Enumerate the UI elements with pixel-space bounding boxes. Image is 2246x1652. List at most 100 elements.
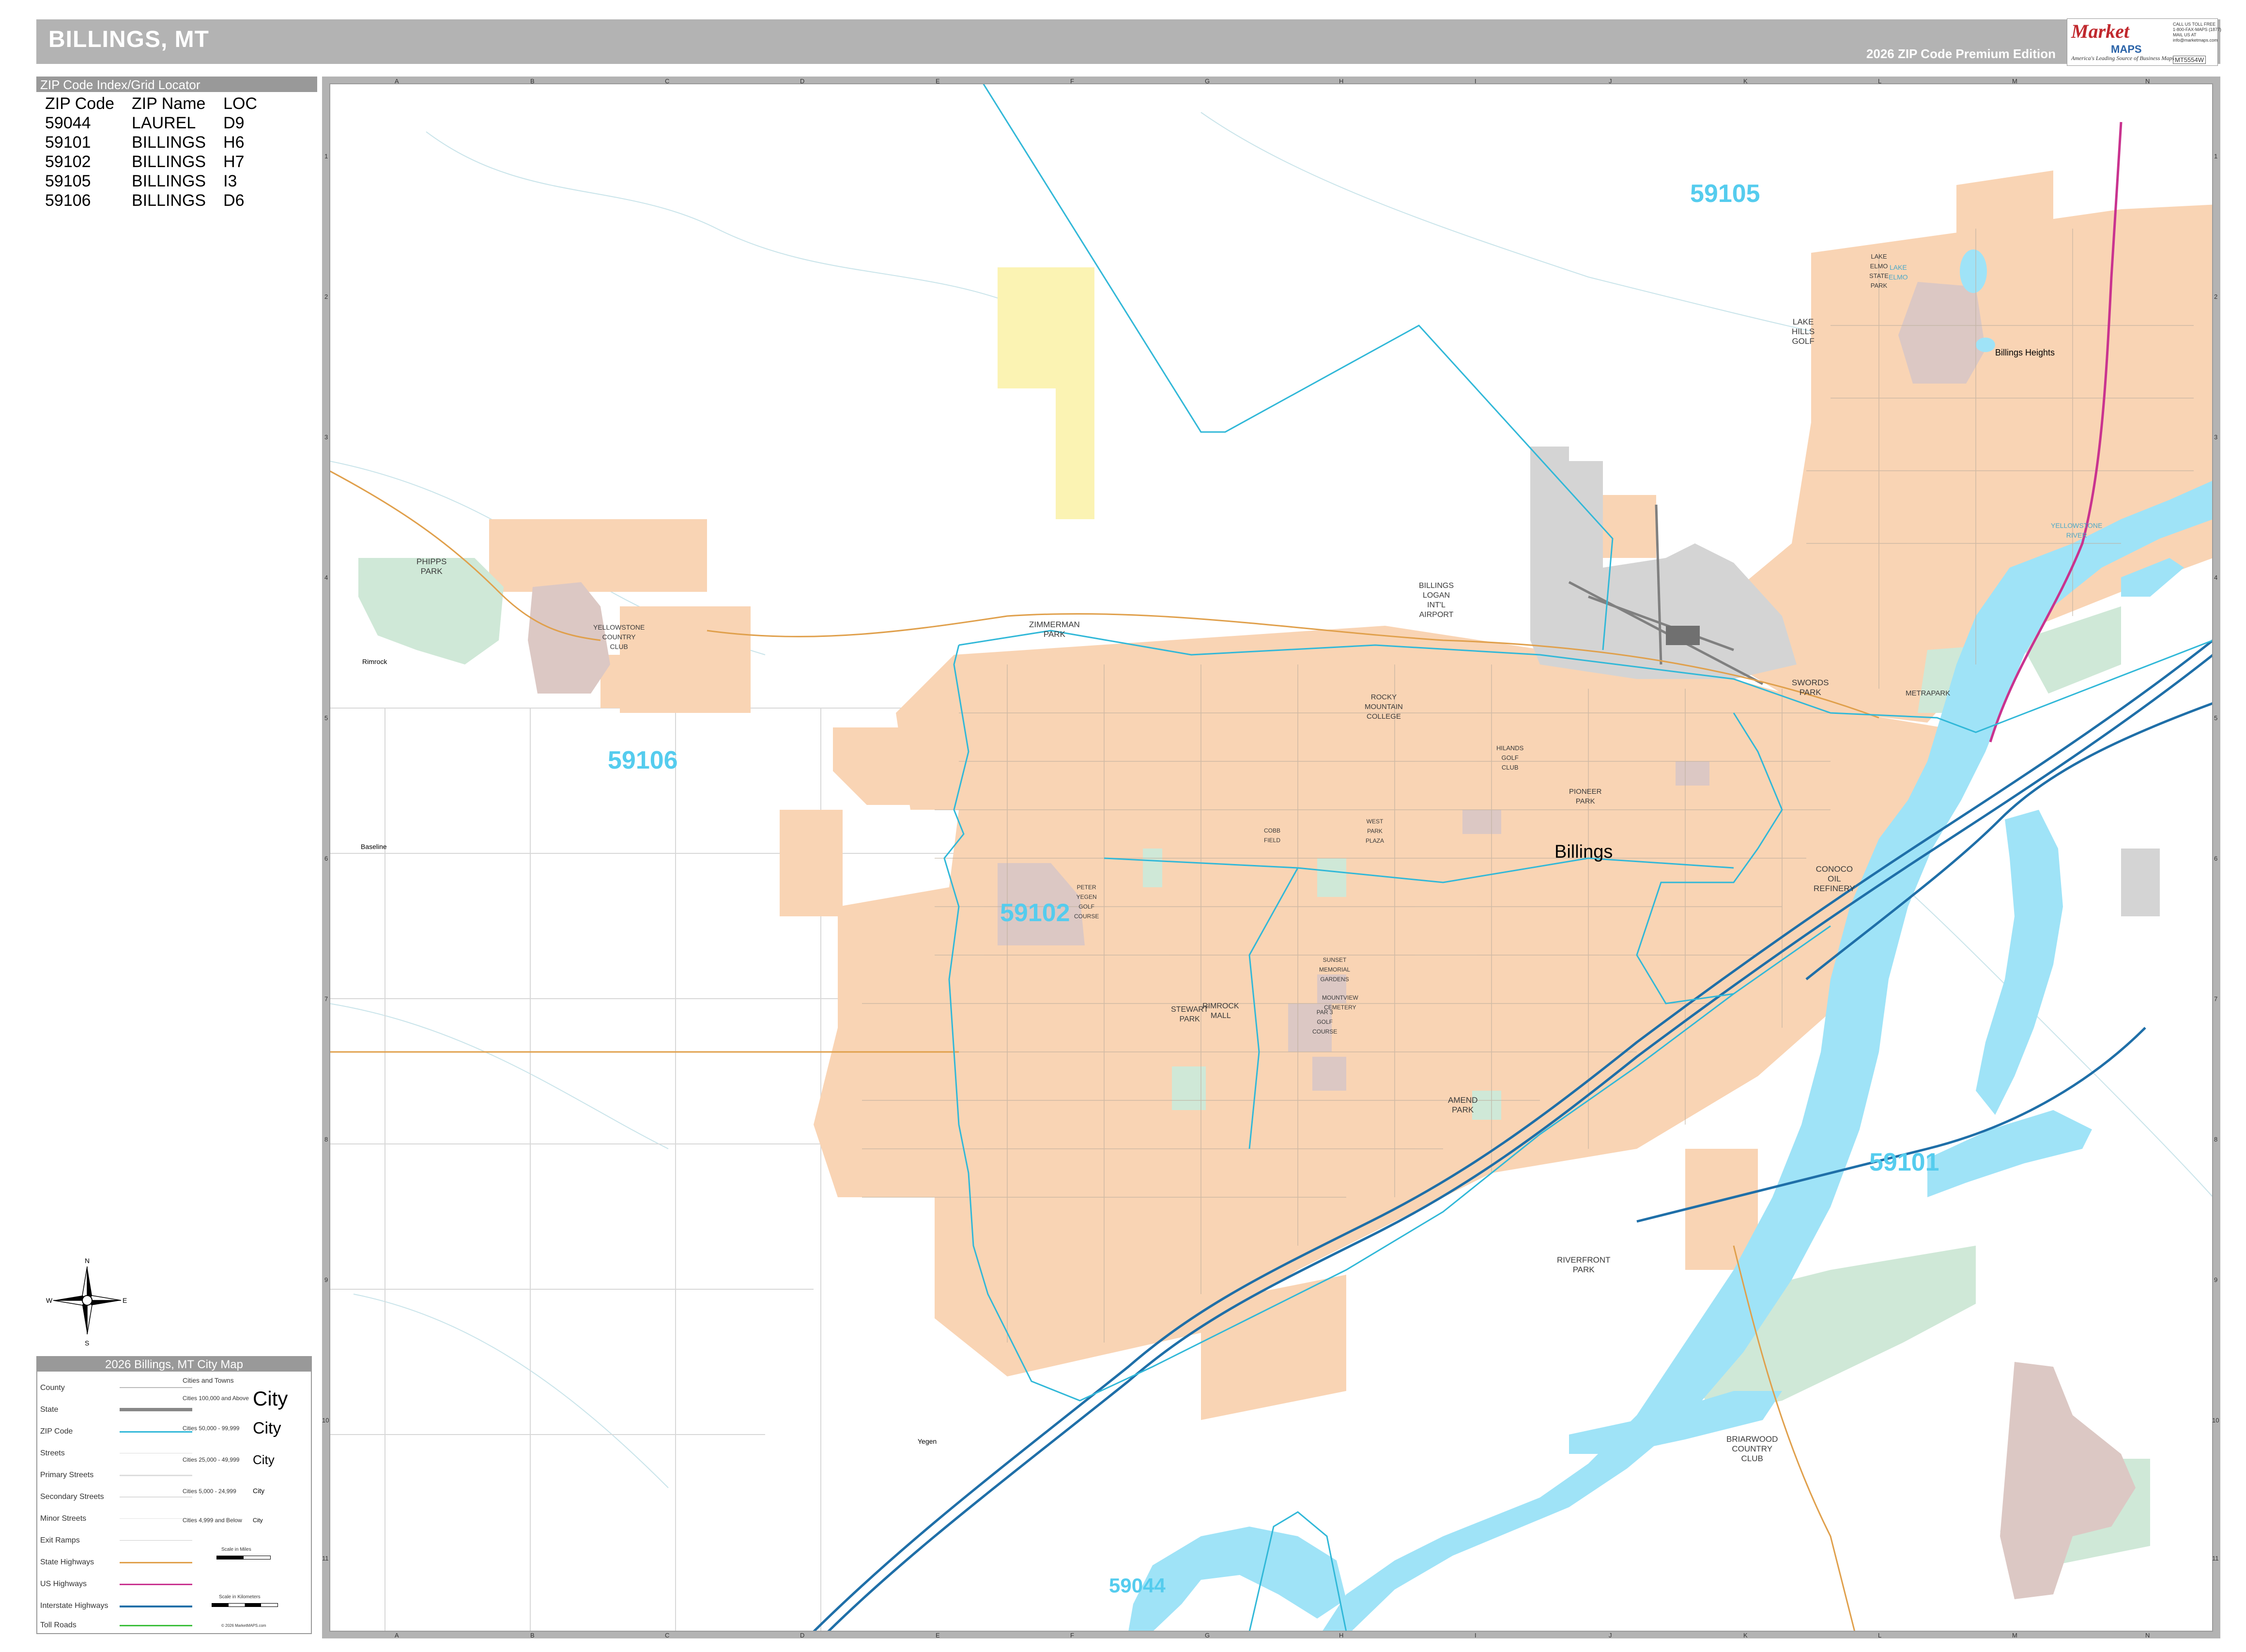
legend-item: State bbox=[40, 1405, 59, 1414]
grid-column-label: J bbox=[1609, 77, 1612, 85]
place-label-riverfront-park[interactable]: RIVERFRONT PARK bbox=[1557, 1255, 1611, 1275]
town-label-billings-heights[interactable]: Billings Heights bbox=[1995, 348, 2055, 358]
town-label-baseline[interactable]: Baseline bbox=[361, 843, 387, 850]
legend-toll-line bbox=[120, 1625, 192, 1626]
logo-brand: Market bbox=[2071, 20, 2129, 42]
legend-item: Minor Streets bbox=[40, 1514, 87, 1523]
legend-scale-miles: Scale in Miles bbox=[221, 1547, 251, 1552]
publisher-logo[interactable]: Market MAPS America's Leading Source of … bbox=[2067, 18, 2221, 66]
zip-loc-cell: H6 bbox=[223, 133, 245, 152]
place-label-airport[interactable]: BILLINGS LOGAN INT'L AIRPORT bbox=[1419, 581, 1454, 620]
grid-row-label: 3 bbox=[324, 433, 328, 441]
legend-title: 2026 Billings, MT City Map bbox=[37, 1357, 311, 1372]
place-label-conoco-refinery[interactable]: CONOCO OIL REFINERY bbox=[1814, 865, 1855, 894]
legend-item: Primary Streets bbox=[40, 1471, 94, 1479]
grid-column-label: A bbox=[395, 77, 399, 85]
grid-column-label: F bbox=[1070, 1632, 1074, 1639]
zip-label-59101[interactable]: 59101 bbox=[1869, 1148, 1939, 1177]
grid-row-label: 10 bbox=[2212, 1417, 2219, 1424]
grid-column-label: K bbox=[1743, 1632, 1748, 1639]
grid-row-label: 6 bbox=[2214, 855, 2218, 862]
place-label-lake-elmo[interactable]: LAKE ELMO bbox=[1889, 262, 1908, 282]
legend-item: Streets bbox=[40, 1449, 65, 1457]
grid-row-label: 9 bbox=[2214, 1276, 2218, 1283]
place-label-rocky-mountain-college[interactable]: ROCKY MOUNTAIN COLLEGE bbox=[1365, 693, 1403, 722]
table-row: 59102 BILLINGS H7 bbox=[36, 152, 266, 171]
logo-maps: MAPS bbox=[2111, 43, 2142, 55]
place-label-peter-yegen-golf[interactable]: PETER YEGEN GOLF COURSE bbox=[1074, 882, 1099, 921]
legend-state-line bbox=[120, 1408, 192, 1411]
zip-name-cell: BILLINGS bbox=[132, 172, 206, 190]
zip-loc-cell: D9 bbox=[223, 114, 245, 132]
legend-city-sample: City bbox=[253, 1517, 263, 1524]
grid-column-label: C bbox=[665, 77, 670, 85]
place-label-par3-golf[interactable]: PAR 3 GOLF COURSE bbox=[1312, 1007, 1337, 1036]
edition-label: 2026 ZIP Code Premium Edition bbox=[1866, 46, 2056, 61]
grid-column-label: L bbox=[1878, 77, 1882, 85]
place-label-west-park-plaza[interactable]: WEST PARK PLAZA bbox=[1366, 817, 1384, 846]
grid-row-label: 3 bbox=[2214, 433, 2218, 441]
grid-column-label: B bbox=[530, 1632, 535, 1639]
grid-column-label: D bbox=[800, 77, 805, 85]
place-label-zimmerman-park[interactable]: ZIMMERMAN PARK bbox=[1029, 620, 1080, 639]
place-label-amend-park[interactable]: AMEND PARK bbox=[1448, 1096, 1477, 1115]
town-label-rimrock[interactable]: Rimrock bbox=[362, 658, 387, 665]
place-label-lake-elmo-state-park[interactable]: LAKE ELMO STATE PARK bbox=[1869, 252, 1889, 291]
title-bar: BILLINGS, MT 2026 ZIP Code Premium Editi… bbox=[36, 19, 2220, 64]
zip-label-59102[interactable]: 59102 bbox=[1000, 898, 1070, 927]
grid-column-label: M bbox=[2012, 1632, 2017, 1639]
compass-e: E bbox=[123, 1297, 127, 1304]
grid-column-label: M bbox=[2012, 77, 2017, 85]
legend-city-sample: City bbox=[253, 1452, 275, 1467]
place-label-briarwood-cc[interactable]: BRIARWOOD COUNTRY CLUB bbox=[1726, 1435, 1778, 1464]
legend-copyright: © 2026 MarketMAPS.com bbox=[221, 1623, 266, 1628]
legend-scale-bar-miles bbox=[216, 1556, 271, 1559]
zip-label-59106[interactable]: 59106 bbox=[608, 746, 678, 775]
grid-row-label: 11 bbox=[322, 1555, 329, 1562]
place-label-phipps-park[interactable]: PHIPPS PARK bbox=[416, 557, 446, 576]
legend-item: State Highways bbox=[40, 1558, 94, 1566]
compass-rose-icon: N S E W bbox=[46, 1257, 127, 1346]
map-canvas[interactable] bbox=[329, 83, 2213, 1632]
place-label-hilands-golf[interactable]: HILANDS GOLF CLUB bbox=[1496, 743, 1523, 772]
grid-row-label: 8 bbox=[2214, 1136, 2218, 1143]
zip-loc-cell: I3 bbox=[223, 172, 237, 190]
place-label-cobb-field[interactable]: COBB FIELD bbox=[1264, 826, 1280, 845]
zip-name-cell: BILLINGS bbox=[132, 153, 206, 171]
place-label-rimrock-mall[interactable]: RIMROCK MALL bbox=[1202, 1002, 1239, 1021]
grid-column-label: L bbox=[1878, 1632, 1882, 1639]
table-row: 59101 BILLINGS H6 bbox=[36, 133, 266, 152]
table-row: 59105 BILLINGS I3 bbox=[36, 171, 266, 191]
legend-item: Exit Ramps bbox=[40, 1536, 80, 1544]
zip-code-cell: 59105 bbox=[45, 172, 91, 190]
zip-label-59105[interactable]: 59105 bbox=[1690, 179, 1760, 208]
grid-column-label: J bbox=[1609, 1632, 1612, 1639]
grid-row-label: 2 bbox=[2214, 293, 2218, 300]
place-label-metrapark[interactable]: METRAPARK bbox=[1906, 689, 1950, 698]
legend-primary-line bbox=[120, 1475, 192, 1476]
town-label-yegen[interactable]: Yegen bbox=[918, 1437, 937, 1445]
grid-row-label: 1 bbox=[324, 153, 328, 160]
place-label-swords-park[interactable]: SWORDS PARK bbox=[1792, 678, 1829, 697]
city-label-billings[interactable]: Billings bbox=[1554, 842, 1613, 863]
grid-column-label: I bbox=[1475, 1632, 1477, 1639]
grid-column-label: F bbox=[1070, 77, 1074, 85]
place-label-lake-hills-golf[interactable]: LAKE HILLS GOLF bbox=[1792, 317, 1815, 346]
place-label-yellowstone-cc[interactable]: YELLOWSTONE COUNTRY CLUB bbox=[593, 622, 645, 651]
legend-item: County bbox=[40, 1384, 65, 1392]
legend-item: Secondary Streets bbox=[40, 1493, 104, 1501]
legend-zip-line bbox=[120, 1431, 192, 1433]
logo-product-code: MT5554W bbox=[2173, 56, 2206, 64]
grid-column-label: K bbox=[1743, 77, 1748, 85]
place-label-yellowstone-river[interactable]: YELLOWSTONE RIVER bbox=[2051, 521, 2102, 540]
grid-row-label: 7 bbox=[324, 995, 328, 1003]
zip-label-59044[interactable]: 59044 bbox=[1109, 1574, 1166, 1597]
compass-s: S bbox=[85, 1339, 89, 1346]
place-label-pioneer-park[interactable]: PIONEER PARK bbox=[1569, 787, 1602, 806]
grid-column-label: E bbox=[936, 77, 940, 85]
zip-code-cell: 59101 bbox=[45, 133, 91, 152]
legend-city-sample: City bbox=[253, 1487, 265, 1495]
legend-interstate-line bbox=[120, 1606, 192, 1607]
refinery-area bbox=[2121, 849, 2160, 916]
place-label-sunset-memorial[interactable]: SUNSET MEMORIAL GARDENS bbox=[1319, 955, 1350, 984]
